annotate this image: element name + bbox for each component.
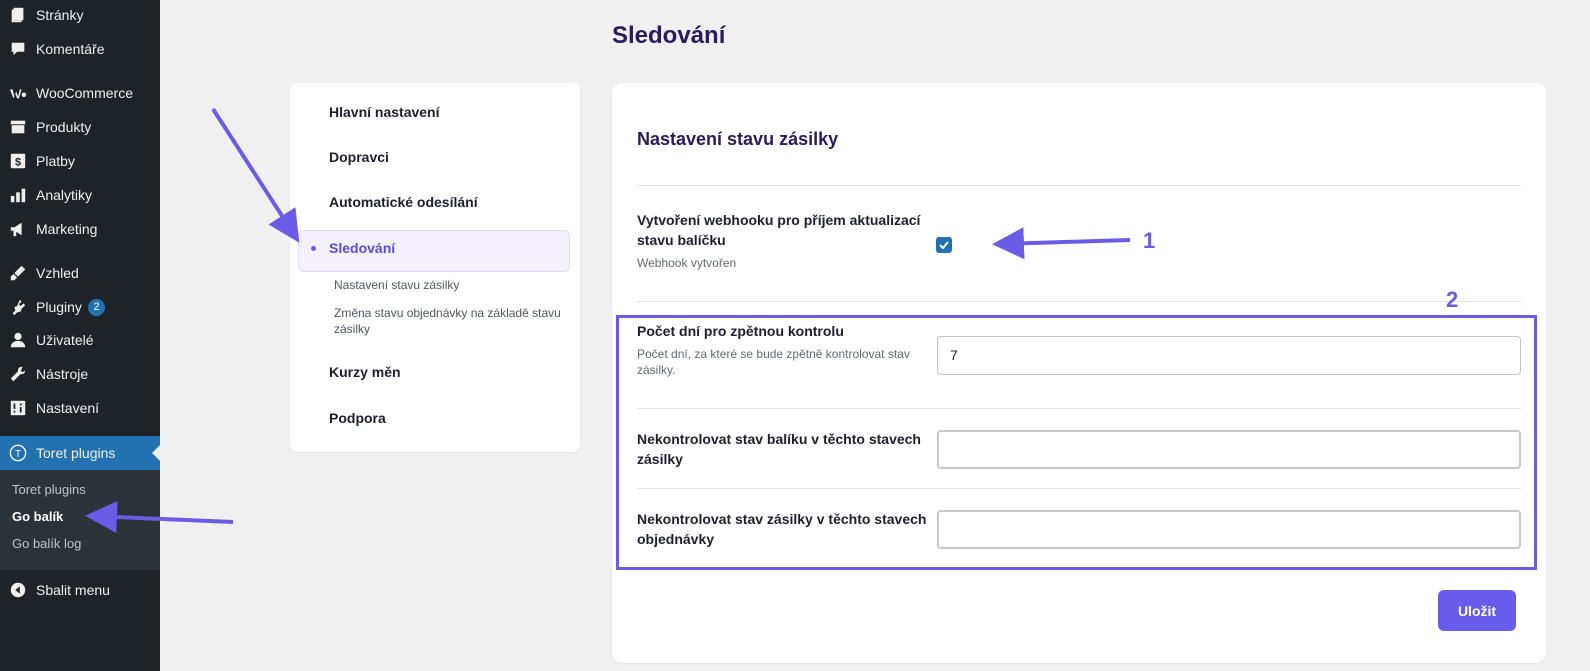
settings-icon xyxy=(0,399,36,417)
webhook-label: Vytvoření webhooku pro příjem aktualizac… xyxy=(637,212,921,248)
active-dot-icon xyxy=(311,246,316,251)
pages-icon xyxy=(0,6,36,24)
menu-item-label: Stránky xyxy=(36,7,84,23)
menu-item-analytics[interactable]: Analytiky xyxy=(0,178,160,212)
divider xyxy=(637,301,1521,302)
menu-item-woocommerce[interactable]: WooCommerce xyxy=(0,76,160,110)
collapse-menu-button[interactable]: Sbalit menu xyxy=(0,575,160,605)
marketing-icon xyxy=(0,220,36,238)
submenu-item-go-balik-log[interactable]: Go balík log xyxy=(12,536,81,551)
menu-item-toret-plugins[interactable]: T Toret plugins xyxy=(0,436,160,470)
appearance-icon xyxy=(0,264,36,282)
annotation-number-2: 2 xyxy=(1446,287,1459,312)
menu-item-label: Pluginy xyxy=(36,299,82,315)
svg-text:$: $ xyxy=(15,157,21,169)
menu-item-users[interactable]: Uživatelé xyxy=(0,323,160,357)
toret-submenu: Toret plugins Go balík Go balík log xyxy=(0,470,160,570)
menu-item-label: Produkty xyxy=(36,119,92,135)
webhook-help: Webhook vytvořen xyxy=(637,256,737,270)
menu-item-label: Nástroje xyxy=(36,366,89,382)
annotation-highlight-box xyxy=(616,315,1537,570)
update-count-badge: 2 xyxy=(87,298,105,316)
menu-item-appearance[interactable]: Vzhled xyxy=(0,256,160,290)
menu-item-marketing[interactable]: Marketing xyxy=(0,212,160,246)
submenu-item-toret-plugins[interactable]: Toret plugins xyxy=(12,482,86,497)
menu-item-products[interactable]: Produkty xyxy=(0,110,160,144)
menu-item-label: Komentáře xyxy=(36,41,105,57)
nav-link-main-settings[interactable]: Hlavní nastavení xyxy=(329,104,440,120)
woocommerce-icon xyxy=(0,84,36,102)
menu-item-tools[interactable]: Nástroje xyxy=(0,357,160,391)
nav-sublink-shipment-status[interactable]: Nastavení stavu zásilky xyxy=(334,277,564,293)
collapse-menu-label: Sbalit menu xyxy=(36,582,110,598)
divider xyxy=(637,185,1521,186)
menu-item-label: Platby xyxy=(36,153,75,169)
save-button[interactable]: Uložit xyxy=(1438,590,1516,631)
menu-item-payments[interactable]: $ Platby xyxy=(0,144,160,178)
menu-item-label: Vzhled xyxy=(36,265,79,281)
comments-icon xyxy=(0,40,36,58)
menu-item-label: Marketing xyxy=(36,221,98,237)
menu-item-label: Nastavení xyxy=(36,400,100,416)
admin-sidebar: Stránky Komentáře WooCommerce Produkty $… xyxy=(0,0,160,671)
page-title: Sledování xyxy=(612,22,726,49)
nav-link-support[interactable]: Podpora xyxy=(329,410,386,426)
nav-link-tracking[interactable]: Sledování xyxy=(329,240,395,256)
nav-link-carriers[interactable]: Dopravci xyxy=(329,149,389,165)
annotation-number-1: 1 xyxy=(1143,228,1156,253)
analytics-icon xyxy=(0,186,36,204)
menu-item-label: WooCommerce xyxy=(36,85,133,101)
settings-nav: Hlavní nastavení Dopravci Automatické od… xyxy=(290,83,580,452)
products-icon xyxy=(0,118,36,136)
section-title: Nastavení stavu zásilky xyxy=(637,129,839,149)
svg-text:T: T xyxy=(15,449,21,460)
menu-item-label: Toret plugins xyxy=(36,445,116,461)
collapse-icon xyxy=(0,581,36,599)
submenu-item-go-balik[interactable]: Go balík xyxy=(12,509,63,524)
menu-item-comments[interactable]: Komentáře xyxy=(0,32,160,66)
nav-link-auto-sending[interactable]: Automatické odesílání xyxy=(329,194,478,210)
payments-icon: $ xyxy=(0,152,36,170)
menu-item-label: Analytiky xyxy=(36,187,93,203)
tools-icon xyxy=(0,365,36,383)
arrow-to-tracking-nav xyxy=(211,107,300,243)
menu-item-settings[interactable]: Nastavení xyxy=(0,391,160,425)
nav-sublink-order-status-change[interactable]: Změna stavu objednávky na základě stavu … xyxy=(334,305,564,337)
webhook-checkbox[interactable] xyxy=(936,237,952,253)
menu-item-plugins[interactable]: Pluginy 2 xyxy=(0,290,160,324)
nav-link-exchange-rates[interactable]: Kurzy měn xyxy=(329,364,401,380)
menu-item-pages[interactable]: Stránky xyxy=(0,0,160,32)
checkmark-icon xyxy=(939,241,949,250)
plugins-icon xyxy=(0,298,36,316)
users-icon xyxy=(0,331,36,349)
toret-icon: T xyxy=(0,444,36,462)
menu-item-label: Uživatelé xyxy=(36,332,94,348)
